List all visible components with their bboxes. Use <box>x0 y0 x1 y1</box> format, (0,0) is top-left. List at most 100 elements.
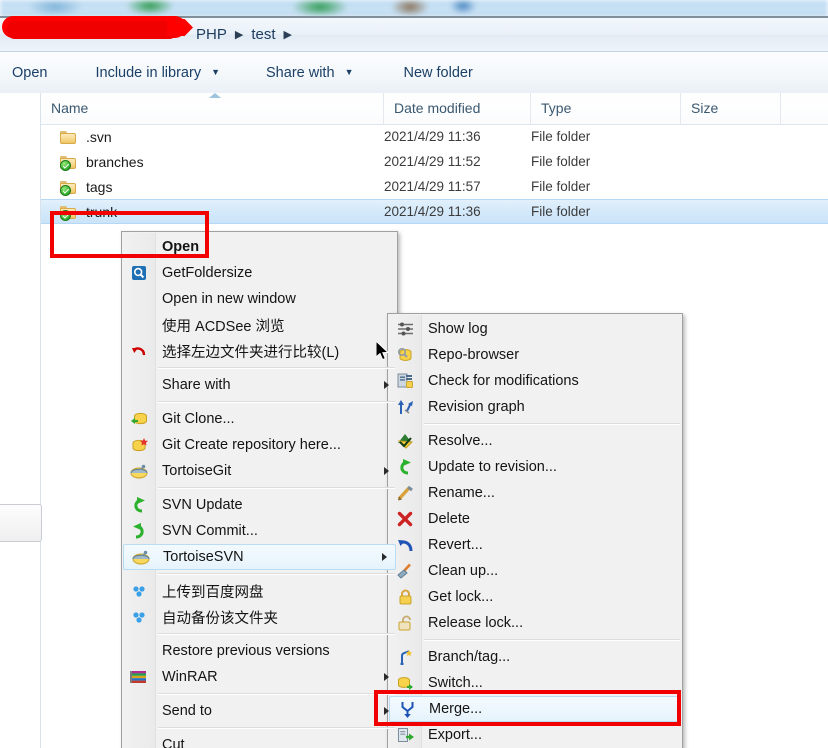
branch-tag-icon <box>396 648 414 666</box>
menu-item-getfoldersize[interactable]: GetFoldersize <box>122 260 397 286</box>
menu-item-label: Open in new window <box>162 291 296 307</box>
tortoisesvn-submenu[interactable]: Show log Repo-browser Check for modificati… <box>387 313 683 748</box>
menu-item-label: Send to <box>162 703 212 719</box>
navigation-pane <box>0 93 41 748</box>
menu-item-label: Git Create repository here... <box>162 437 341 453</box>
menu-separator <box>158 633 395 635</box>
menu-item-restore-previous-versions[interactable]: Restore previous versions <box>122 638 397 664</box>
file-type: File folder <box>531 179 591 194</box>
file-list: .svn 2021/4/29 11:36 File folder branches 20… <box>41 124 828 224</box>
menu-item-git-clone[interactable]: Git Clone... <box>122 406 397 432</box>
winrar-icon <box>130 668 148 686</box>
lock-closed-icon <box>396 588 414 606</box>
column-header-size[interactable]: Size <box>681 93 781 124</box>
menu-item-switch[interactable]: Switch... <box>388 670 682 696</box>
new-folder-label: New folder <box>403 64 473 81</box>
menu-item-label: Merge... <box>429 701 483 717</box>
column-header-type[interactable]: Type <box>531 93 681 124</box>
menu-item-export[interactable]: Export... <box>388 722 682 748</box>
include-in-library-button[interactable]: Include in library ▼ <box>83 60 232 86</box>
menu-item-open[interactable]: Open <box>122 234 397 260</box>
menu-item-rename[interactable]: Rename... <box>388 480 682 506</box>
menu-item-resolve[interactable]: Resolve... <box>388 428 682 454</box>
share-with-label: Share with <box>266 64 335 81</box>
breadcrumb-separator-icon: ▶ <box>283 29 292 41</box>
menu-separator <box>158 401 395 403</box>
menu-item-label: Resolve... <box>428 433 493 449</box>
svn-status-ok-icon <box>60 184 71 196</box>
no-icon <box>130 316 148 334</box>
file-date-modified: 2021/4/29 11:36 <box>384 204 481 219</box>
navigation-pane-tooltip-box <box>0 504 42 542</box>
cleanup-broom-icon <box>396 562 414 580</box>
column-header-row: Name Date modified Type Size <box>41 93 828 125</box>
open-button[interactable]: Open <box>0 60 59 86</box>
menu-item-update-to-revision[interactable]: Update to revision... <box>388 454 682 480</box>
git-clone-icon <box>130 410 148 428</box>
check-mods-icon <box>396 372 414 390</box>
menu-item-get-lock[interactable]: Get lock... <box>388 584 682 610</box>
menu-item-label: Cut <box>162 737 185 748</box>
menu-item-check-for-modifications[interactable]: Check for modifications <box>388 368 682 394</box>
breadcrumb-test[interactable]: test <box>251 26 275 43</box>
folder-context-menu[interactable]: Open GetFoldersize Open in new window 使用 AC… <box>121 231 398 748</box>
magnifier-blue-icon <box>130 264 148 282</box>
menu-item-[interactable]: 自动备份该文件夹 <box>122 604 397 630</box>
menu-separator <box>424 423 680 425</box>
menu-separator <box>158 573 395 575</box>
explorer-window: PHP ▶ test ▶ mputer ▸ Local Disk (D:) Op… <box>0 0 828 748</box>
file-row-tags[interactable]: tags 2021/4/29 11:57 File folder <box>41 174 828 199</box>
menu-item-label: Rename... <box>428 485 495 501</box>
menu-item-acdsee[interactable]: 使用 ACDSee 浏览 <box>122 312 397 338</box>
file-date-modified: 2021/4/29 11:52 <box>384 154 481 169</box>
menu-separator <box>158 727 395 729</box>
file-row-dot-svn[interactable]: .svn 2021/4/29 11:36 File folder <box>41 124 828 149</box>
menu-item-winrar[interactable]: WinRAR <box>122 664 397 690</box>
menu-item-l[interactable]: 选择左边文件夹进行比较(L) <box>122 338 397 364</box>
menu-item-tortoisesvn[interactable]: TortoiseSVN <box>123 544 396 570</box>
menu-item-open-in-new-window[interactable]: Open in new window <box>122 286 397 312</box>
menu-item-label: Update to revision... <box>428 459 557 475</box>
menu-item-git-create-repository-here[interactable]: Git Create repository here... <box>122 432 397 458</box>
menu-item-delete[interactable]: Delete <box>388 506 682 532</box>
menu-item-cut[interactable]: Cut <box>122 732 397 748</box>
tortoise-icon <box>132 548 150 566</box>
share-with-button[interactable]: Share with ▼ <box>254 60 365 86</box>
revision-graph-icon <box>396 398 414 416</box>
menu-item-tortoisegit[interactable]: TortoiseGit <box>122 458 397 484</box>
menu-item-show-log[interactable]: Show log <box>388 316 682 342</box>
menu-item-repo-browser[interactable]: Repo-browser <box>388 342 682 368</box>
menu-item-share-with[interactable]: Share with <box>122 372 397 398</box>
menu-item-label: GetFoldersize <box>162 265 253 281</box>
sort-ascending-icon <box>209 93 221 98</box>
no-icon <box>130 642 148 660</box>
menu-item-label: Restore previous versions <box>162 643 330 659</box>
menu-item-revision-graph[interactable]: Revision graph <box>388 394 682 420</box>
menu-item-revert[interactable]: Revert... <box>388 532 682 558</box>
menu-item-svn-commit[interactable]: SVN Commit... <box>122 518 397 544</box>
menu-item-label: Revert... <box>428 537 483 553</box>
menu-item-release-lock[interactable]: Release lock... <box>388 610 682 636</box>
menu-item-label: 上传到百度网盘 <box>162 584 264 601</box>
menu-item-merge[interactable]: Merge... <box>389 696 681 722</box>
file-row-branches[interactable]: branches 2021/4/29 11:52 File folder <box>41 149 828 174</box>
file-row-trunk[interactable]: trunk 2021/4/29 11:36 File folder <box>41 199 828 224</box>
delete-x-icon <box>396 510 414 528</box>
new-folder-button[interactable]: New folder <box>391 60 484 86</box>
menu-item-svn-update[interactable]: SVN Update <box>122 492 397 518</box>
file-name-label: branches <box>86 153 144 170</box>
breadcrumb-php[interactable]: PHP <box>196 26 227 43</box>
red-undo-arrow-icon <box>130 342 148 360</box>
file-date-modified: 2021/4/29 11:57 <box>384 179 481 194</box>
no-icon <box>130 238 148 256</box>
menu-item-label: 自动备份该文件夹 <box>162 610 278 627</box>
menu-item-label: Open <box>162 239 200 255</box>
column-header-date-modified[interactable]: Date modified <box>384 93 531 124</box>
menu-item-[interactable]: 上传到百度网盘 <box>122 578 397 604</box>
menu-item-clean-up[interactable]: Clean up... <box>388 558 682 584</box>
revert-arrow-icon <box>396 536 414 554</box>
svn-status-ok-icon <box>60 159 71 171</box>
no-icon <box>130 376 148 394</box>
menu-item-send-to[interactable]: Send to <box>122 698 397 724</box>
menu-item-branch-tag[interactable]: Branch/tag... <box>388 644 682 670</box>
